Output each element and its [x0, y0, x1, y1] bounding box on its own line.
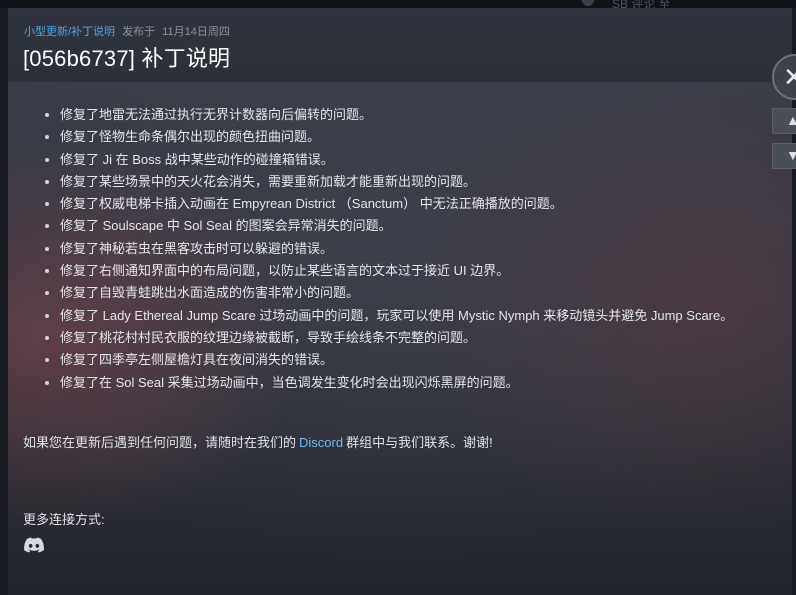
list-item: 修复了自毁青蛙跳出水面造成的伤害非常小的问题。 [45, 282, 792, 304]
page-title: [056b6737] 补丁说明 [23, 46, 231, 71]
published-prefix: 发布于 [122, 26, 156, 38]
list-item: 修复了怪物生命条偶尔出现的颜色扭曲问题。 [45, 126, 792, 148]
avatar [582, 0, 594, 6]
list-item: 修复了右侧通知界面中的布局问题，以防止某些语言的文本过于接近 UI 边界。 [45, 260, 792, 282]
list-item: 修复了某些场景中的天火花会消失，需要重新加载才能重新出现的问题。 [45, 171, 792, 193]
list-item: 修复了桃花村村民衣服的纹理边缘被截断，导致手绘线条不完整的问题。 [45, 327, 792, 349]
chevron-down-icon: ▼ [786, 147, 796, 163]
list-item: 修复了 Lady Ethereal Jump Scare 过场动画中的问题，玩家… [45, 305, 792, 327]
list-item: 修复了地雷无法通过执行无界计数器向后偏转的问题。 [45, 104, 792, 126]
chevron-up-icon: ▲ [786, 112, 796, 128]
category-link[interactable]: 小型更新/补丁说明 [24, 26, 115, 38]
support-text-before: 如果您在更新后遇到任何问题，请随时在我们的 [23, 435, 297, 450]
list-item: 修复了神秘若虫在黑客攻击时可以躲避的错误。 [45, 238, 792, 260]
list-item: 修复了 Soulscape 中 Sol Seal 的图案会异常消失的问题。 [45, 215, 792, 237]
announcement-header: 小型更新/补丁说明 发布于 11月14日周四 [056b6737] 补丁说明 [8, 8, 792, 83]
patch-notes-list: 修复了地雷无法通过执行无界计数器向后偏转的问题。 修复了怪物生命条偶尔出现的颜色… [24, 104, 792, 394]
announcement-panel: 小型更新/补丁说明 发布于 11月14日周四 [056b6737] 补丁说明 修… [8, 8, 792, 595]
previous-button[interactable]: ▲ [772, 108, 796, 134]
list-item: 修复了在 Sol Seal 采集过场动画中，当色调发生变化时会出现闪烁黑屏的问题… [45, 372, 792, 394]
published-date: 11月14日周四 [162, 26, 230, 38]
next-button[interactable]: ▼ [772, 143, 796, 169]
screen: SB 评论 至 小型更新/补丁说明 发布于 11月14日周四 [056b6737… [0, 0, 796, 595]
discord-icon[interactable] [24, 537, 44, 553]
close-icon: ✕ [783, 62, 796, 92]
list-item: 修复了权威电梯卡插入动画在 Empyrean District （Sanctum… [45, 193, 792, 215]
announcement-meta: 小型更新/补丁说明 发布于 11月14日周四 [24, 23, 230, 39]
discord-link[interactable]: Discord [296, 435, 346, 450]
top-strip: SB 评论 至 [0, 0, 796, 11]
support-message: 如果您在更新后遇到任何问题，请随时在我们的 Discord 群组中与我们联系。谢谢! [23, 432, 493, 451]
list-item: 修复了 Ji 在 Boss 战中某些动作的碰撞箱错误。 [45, 149, 792, 171]
more-connections-label: 更多连接方式: [23, 512, 105, 527]
support-text-after: 群组中与我们联系。谢谢! [346, 435, 493, 450]
list-item: 修复了四季亭左侧屋檐灯具在夜间消失的错误。 [45, 349, 792, 371]
